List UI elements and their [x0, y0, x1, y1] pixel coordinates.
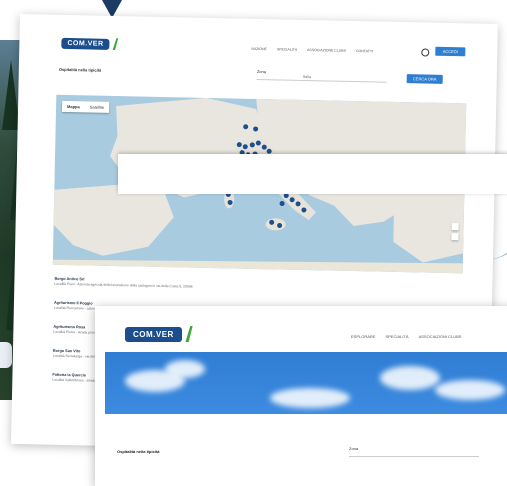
zone-label: Zona	[349, 446, 359, 451]
zone-label: Zona	[256, 68, 267, 75]
site-logo[interactable]: COM.VER	[125, 326, 200, 342]
tab-satellite[interactable]: Satellite	[85, 101, 109, 113]
zoom-in-button[interactable]	[451, 223, 459, 231]
carousel-prev-button[interactable]	[0, 342, 12, 368]
logo-text: COM.VER	[61, 37, 110, 50]
nav-item-associazioni[interactable]: ASSOCIAZIONI CLUBS	[419, 334, 462, 339]
zone-input[interactable]	[349, 456, 479, 457]
nav-item-associazione[interactable]: ASSOCIAZIONE CLUBS	[307, 48, 346, 53]
main-nav: NAZIONE SPECIALITÀ ASSOCIAZIONE CLUBS CO…	[251, 47, 373, 54]
nav-item-specialita[interactable]: SPECIALITÀ	[385, 334, 408, 339]
nav-item-specialita[interactable]: SPECIALITÀ	[277, 47, 297, 51]
main-nav: ESPLORARE SPECIALITÀ ASSOCIAZIONI CLUBS	[351, 334, 461, 339]
tab-map[interactable]: Mappa	[62, 101, 85, 112]
nav-item-esplorare[interactable]: ESPLORARE	[351, 334, 375, 339]
homepage-screenshot: COM.VER ESPLORARE SPECIALITÀ ASSOCIAZION…	[95, 306, 507, 486]
hero-sky-banner	[105, 352, 507, 414]
map-type-tabs: Mappa Satellite	[61, 100, 110, 113]
logo-leaf-icon	[111, 38, 123, 50]
logo-leaf-icon	[185, 326, 193, 342]
logo-text: COM.VER	[125, 326, 182, 342]
zoom-out-button[interactable]	[451, 233, 459, 241]
zone-input-underline	[256, 78, 387, 83]
search-label: Ospitalità nella tipicità	[117, 449, 160, 454]
search-label: Ospitalità nella tipicità	[58, 66, 102, 73]
site-logo[interactable]: COM.VER	[61, 37, 123, 50]
search-button[interactable]: CERCA ORA	[406, 74, 443, 84]
nav-item-contatti[interactable]: CONTATTI	[356, 49, 373, 53]
list-item[interactable]: Borgo Antico Srl Località Piani - Aziend…	[54, 277, 464, 300]
login-button[interactable]: ACCEDI	[435, 46, 466, 57]
search-icon[interactable]	[421, 48, 430, 57]
search-panel	[118, 154, 507, 194]
nav-item-nazione[interactable]: NAZIONE	[251, 47, 267, 51]
zone-input[interactable]: Italia	[303, 74, 312, 79]
